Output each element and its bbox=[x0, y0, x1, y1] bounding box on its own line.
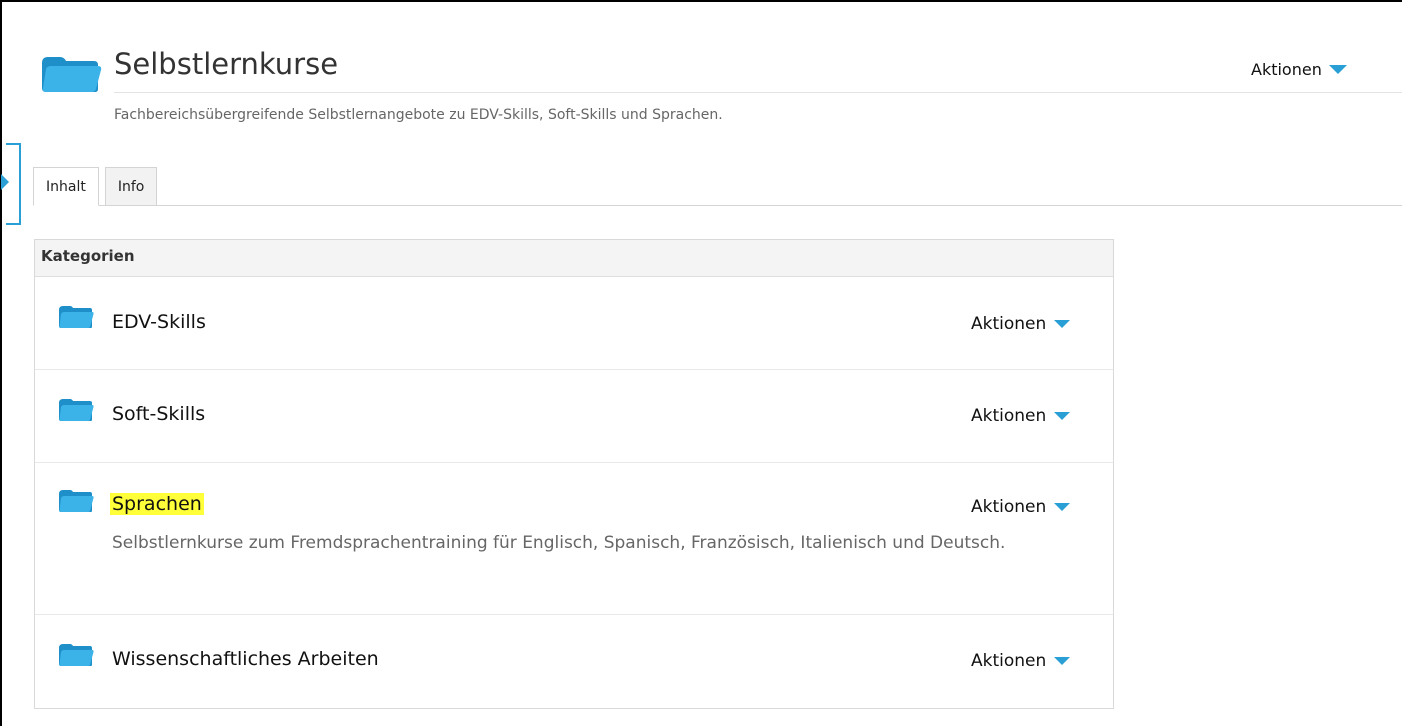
page-title: Selbstlernkurse bbox=[114, 47, 339, 81]
category-row-edv-skills[interactable]: EDV-Skills Aktionen bbox=[35, 277, 1113, 370]
actions-label: Aktionen bbox=[971, 314, 1047, 334]
actions-label: Aktionen bbox=[971, 406, 1047, 426]
folder-icon bbox=[59, 306, 94, 328]
tab-inhalt[interactable]: Inhalt bbox=[33, 167, 99, 206]
category-name-highlighted[interactable]: Sprachen bbox=[110, 493, 204, 515]
panel-heading: Kategorien bbox=[35, 240, 1113, 277]
category-actions-menu[interactable]: Aktionen bbox=[971, 651, 1071, 671]
category-actions-menu[interactable]: Aktionen bbox=[971, 406, 1071, 426]
page-actions-menu[interactable]: Aktionen bbox=[1251, 60, 1347, 79]
category-description: Selbstlernkurse zum Fremdsprachentrainin… bbox=[112, 533, 1006, 553]
expand-arrow-icon[interactable] bbox=[1, 174, 9, 190]
categories-panel: Kategorien EDV-Skills Aktionen Soft-Skil… bbox=[34, 239, 1114, 709]
category-row-sprachen[interactable]: Sprachen Selbstlernkurse zum Fremdsprach… bbox=[35, 463, 1113, 615]
folder-icon bbox=[42, 57, 102, 92]
header-divider bbox=[114, 92, 1402, 93]
tab-divider bbox=[33, 205, 1402, 206]
actions-label: Aktionen bbox=[971, 497, 1047, 517]
actions-label: Aktionen bbox=[1251, 60, 1322, 79]
page-description: Fachbereichsübergreifende Selbstlernange… bbox=[114, 107, 723, 123]
category-name[interactable]: Soft-Skills bbox=[112, 403, 205, 425]
caret-down-icon bbox=[1054, 503, 1071, 511]
caret-down-icon bbox=[1054, 657, 1071, 665]
category-actions-menu[interactable]: Aktionen bbox=[971, 314, 1071, 334]
folder-icon bbox=[59, 644, 94, 666]
folder-icon bbox=[59, 490, 94, 512]
category-name[interactable]: Wissenschaftliches Arbeiten bbox=[112, 648, 379, 670]
caret-down-icon bbox=[1054, 320, 1071, 328]
category-name[interactable]: EDV-Skills bbox=[112, 311, 206, 333]
caret-down-icon bbox=[1328, 65, 1347, 74]
tab-bar: Inhalt Info bbox=[33, 167, 163, 206]
category-row-wissenschaftliches-arbeiten[interactable]: Wissenschaftliches Arbeiten Aktionen bbox=[35, 615, 1113, 708]
tab-info[interactable]: Info bbox=[104, 167, 158, 206]
caret-down-icon bbox=[1054, 412, 1071, 420]
folder-icon bbox=[59, 399, 94, 421]
category-row-soft-skills[interactable]: Soft-Skills Aktionen bbox=[35, 370, 1113, 463]
category-actions-menu[interactable]: Aktionen bbox=[971, 497, 1071, 517]
actions-label: Aktionen bbox=[971, 651, 1047, 671]
